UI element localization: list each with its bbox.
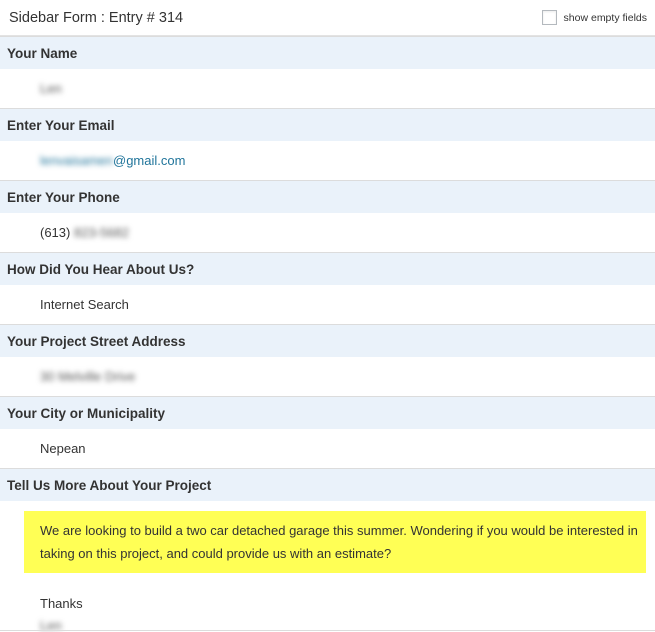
message-area: We are looking to build a two car detach…: [0, 501, 655, 632]
field-street-address: Your Project Street Address 30 Melville …: [0, 324, 655, 396]
field-label: Your City or Municipality: [0, 396, 655, 429]
field-value: Len: [0, 69, 655, 108]
field-label: Your Project Street Address: [0, 324, 655, 357]
show-empty-fields-checkbox[interactable]: [541, 10, 557, 25]
show-empty-fields-label[interactable]: show empty fields: [564, 12, 647, 24]
message-line: taking on this project, and could provid…: [40, 546, 392, 561]
field-value: (613) 823-5682: [0, 213, 655, 252]
bottom-divider: [0, 630, 655, 631]
highlighted-message: We are looking to build a two car detach…: [24, 511, 646, 573]
field-label: Enter Your Phone: [0, 180, 655, 213]
field-value: Nepean: [0, 429, 655, 468]
field-email: Enter Your Email lenvaisamen@gmail.com: [0, 108, 655, 180]
field-label: Tell Us More About Your Project: [0, 468, 655, 501]
field-label: Enter Your Email: [0, 108, 655, 141]
field-city: Your City or Municipality Nepean: [0, 396, 655, 468]
field-value: Internet Search: [0, 285, 655, 324]
entry-title: Sidebar Form : Entry # 314: [9, 9, 184, 26]
show-empty-fields-toggle[interactable]: show empty fields: [541, 10, 647, 25]
field-value: lenvaisamen@gmail.com: [0, 141, 655, 180]
field-label: How Did You Hear About Us?: [0, 252, 655, 285]
field-your-name: Your Name Len: [0, 36, 655, 108]
field-label: Your Name: [0, 36, 655, 69]
email-domain: @gmail.com: [113, 153, 186, 168]
message-closing: Thanks Len: [24, 573, 645, 632]
phone-area-code: (613): [40, 225, 71, 240]
redacted-street-address: 30 Melville Drive: [40, 369, 136, 384]
redacted-email-user: lenvaisamen: [40, 153, 113, 168]
field-project-details: Tell Us More About Your Project We are l…: [0, 468, 655, 632]
email-link[interactable]: lenvaisamen@gmail.com: [40, 153, 185, 168]
redacted-name: Len: [40, 81, 62, 96]
message-line: We are looking to build a two car detach…: [40, 523, 638, 538]
redacted-phone-number: 823-5682: [73, 225, 129, 240]
entry-header: Sidebar Form : Entry # 314 show empty fi…: [0, 0, 655, 36]
field-referral-source: How Did You Hear About Us? Internet Sear…: [0, 252, 655, 324]
field-phone: Enter Your Phone (613) 823-5682: [0, 180, 655, 252]
field-value: 30 Melville Drive: [0, 357, 655, 396]
closing-text: Thanks: [40, 596, 83, 611]
